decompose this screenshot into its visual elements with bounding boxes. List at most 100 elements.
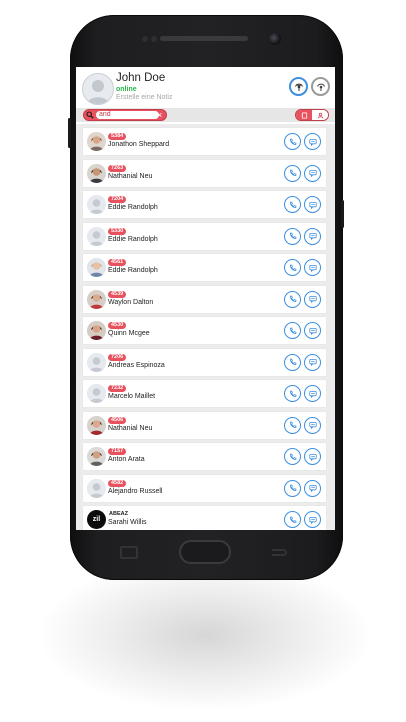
contact-name: Waylon Dalton xyxy=(108,298,154,306)
call-button[interactable] xyxy=(284,385,301,402)
call-forwarding-button[interactable] xyxy=(289,77,308,96)
contact-row[interactable]: 7232 Marcelo Maillet xyxy=(83,380,326,407)
chat-icon xyxy=(308,232,317,240)
user-header: John Doe online Erstelle eine Notiz xyxy=(76,67,335,110)
chat-button[interactable] xyxy=(304,259,321,276)
volume-button xyxy=(68,118,71,148)
chat-icon xyxy=(308,264,317,272)
call-button[interactable] xyxy=(284,164,301,182)
contact-name: Alejandro Russell xyxy=(108,487,163,495)
contact-list[interactable]: 5384 Jonathon Sheppard 7263 Nathanial Neu 72… xyxy=(76,124,335,530)
contact-row[interactable]: 4530 Quinn Mcgee xyxy=(83,317,326,344)
call-button[interactable] xyxy=(284,196,301,213)
user-name: John Doe xyxy=(116,72,166,84)
contact-row[interactable]: 4561 Eddie Randolph xyxy=(83,254,326,281)
chat-button[interactable] xyxy=(304,133,321,150)
power-button xyxy=(341,200,344,228)
user-icon xyxy=(317,112,323,119)
phone-icon xyxy=(289,232,296,239)
chat-icon xyxy=(308,421,317,429)
avatar xyxy=(87,226,106,246)
call-button[interactable] xyxy=(284,448,301,465)
avatar xyxy=(87,415,106,435)
chat-icon xyxy=(308,295,317,303)
search-icon xyxy=(86,111,94,119)
contact-row[interactable]: 4539 Waylon Dalton xyxy=(83,285,326,313)
contact-row[interactable]: 7204 Eddie Randolph xyxy=(83,191,326,218)
contact-name: Sarahi Willis xyxy=(108,519,147,526)
call-button[interactable] xyxy=(284,416,301,434)
phone-icon xyxy=(289,169,296,176)
contact-name: Jonathon Sheppard xyxy=(108,141,170,148)
contact-row[interactable]: 4582 Alejandro Russell xyxy=(83,474,326,502)
contact-name: Anton Arata xyxy=(108,456,145,463)
call-button[interactable] xyxy=(284,353,301,371)
chat-button[interactable] xyxy=(304,511,321,528)
contact-name: Marcelo Maillet xyxy=(108,393,156,400)
back-key[interactable] xyxy=(272,546,290,558)
avatar xyxy=(87,352,106,372)
call-button[interactable] xyxy=(284,290,301,308)
contact-name: Andreas Espinoza xyxy=(108,361,165,369)
avatar[interactable] xyxy=(82,73,114,105)
chat-icon xyxy=(308,484,317,492)
contact-row[interactable]: 5384 Jonathon Sheppard xyxy=(83,128,326,155)
presence-button[interactable] xyxy=(311,77,330,96)
clear-search-icon[interactable]: × xyxy=(157,110,162,120)
antenna-icon xyxy=(294,83,303,91)
phone-icon xyxy=(289,484,296,491)
chat-icon xyxy=(308,516,317,524)
chat-button[interactable] xyxy=(304,385,321,402)
call-button[interactable] xyxy=(284,322,301,339)
phone-icon xyxy=(289,516,296,523)
sensor-dot xyxy=(151,36,157,42)
home-button[interactable] xyxy=(179,540,231,564)
call-button[interactable] xyxy=(284,479,301,497)
avatar xyxy=(87,132,106,151)
search-input[interactable]: and xyxy=(96,111,159,119)
phone-icon xyxy=(289,138,296,145)
chat-button[interactable] xyxy=(304,164,321,182)
company-logo: zil xyxy=(87,510,106,529)
chat-button[interactable] xyxy=(304,227,321,245)
filter-users-button[interactable] xyxy=(312,110,328,120)
chat-button[interactable] xyxy=(304,322,321,339)
extension-badge: 4539 xyxy=(108,290,127,298)
avatar xyxy=(87,384,106,403)
search-field[interactable]: and × xyxy=(83,109,167,121)
contact-book-icon xyxy=(301,111,307,119)
contact-row[interactable]: 7263 Nathanial Neu xyxy=(83,159,326,187)
chat-icon xyxy=(308,169,317,177)
phone-icon xyxy=(289,264,296,271)
filter-contacts-button[interactable] xyxy=(296,110,312,120)
phone-icon xyxy=(289,358,296,365)
avatar xyxy=(87,258,106,277)
call-button[interactable] xyxy=(284,133,301,150)
chat-button[interactable] xyxy=(304,416,321,434)
status-note-input[interactable]: Erstelle eine Notiz xyxy=(116,94,172,101)
antenna-icon xyxy=(316,83,325,91)
avatar xyxy=(87,289,106,309)
contact-name: Nathanial Neu xyxy=(108,424,153,432)
contact-name: Quinn Mcgee xyxy=(108,330,150,337)
chat-icon xyxy=(308,327,317,335)
contact-name: Eddie Randolph xyxy=(108,267,158,274)
chat-button[interactable] xyxy=(304,290,321,308)
chat-button[interactable] xyxy=(304,196,321,213)
extension-badge: 4561 xyxy=(108,259,127,266)
call-button[interactable] xyxy=(284,227,301,245)
contact-row[interactable]: 4506 Nathanial Neu xyxy=(83,411,326,439)
phone-icon xyxy=(289,421,296,428)
contact-row[interactable]: 7206 Andreas Espinoza xyxy=(83,348,326,376)
chat-button[interactable] xyxy=(304,353,321,371)
chat-button[interactable] xyxy=(304,479,321,497)
chat-button[interactable] xyxy=(304,448,321,465)
contact-row[interactable]: zil ABEAZ Sarahi Willis xyxy=(83,506,326,530)
avatar xyxy=(87,163,106,183)
recent-apps-key[interactable] xyxy=(120,546,138,559)
contact-row[interactable]: 5330 Eddie Randolph xyxy=(83,222,326,250)
contact-row[interactable]: 7157 Anton Arata xyxy=(83,443,326,470)
call-button[interactable] xyxy=(284,259,301,276)
contact-name: Eddie Randolph xyxy=(108,235,158,243)
call-button[interactable] xyxy=(284,511,301,528)
